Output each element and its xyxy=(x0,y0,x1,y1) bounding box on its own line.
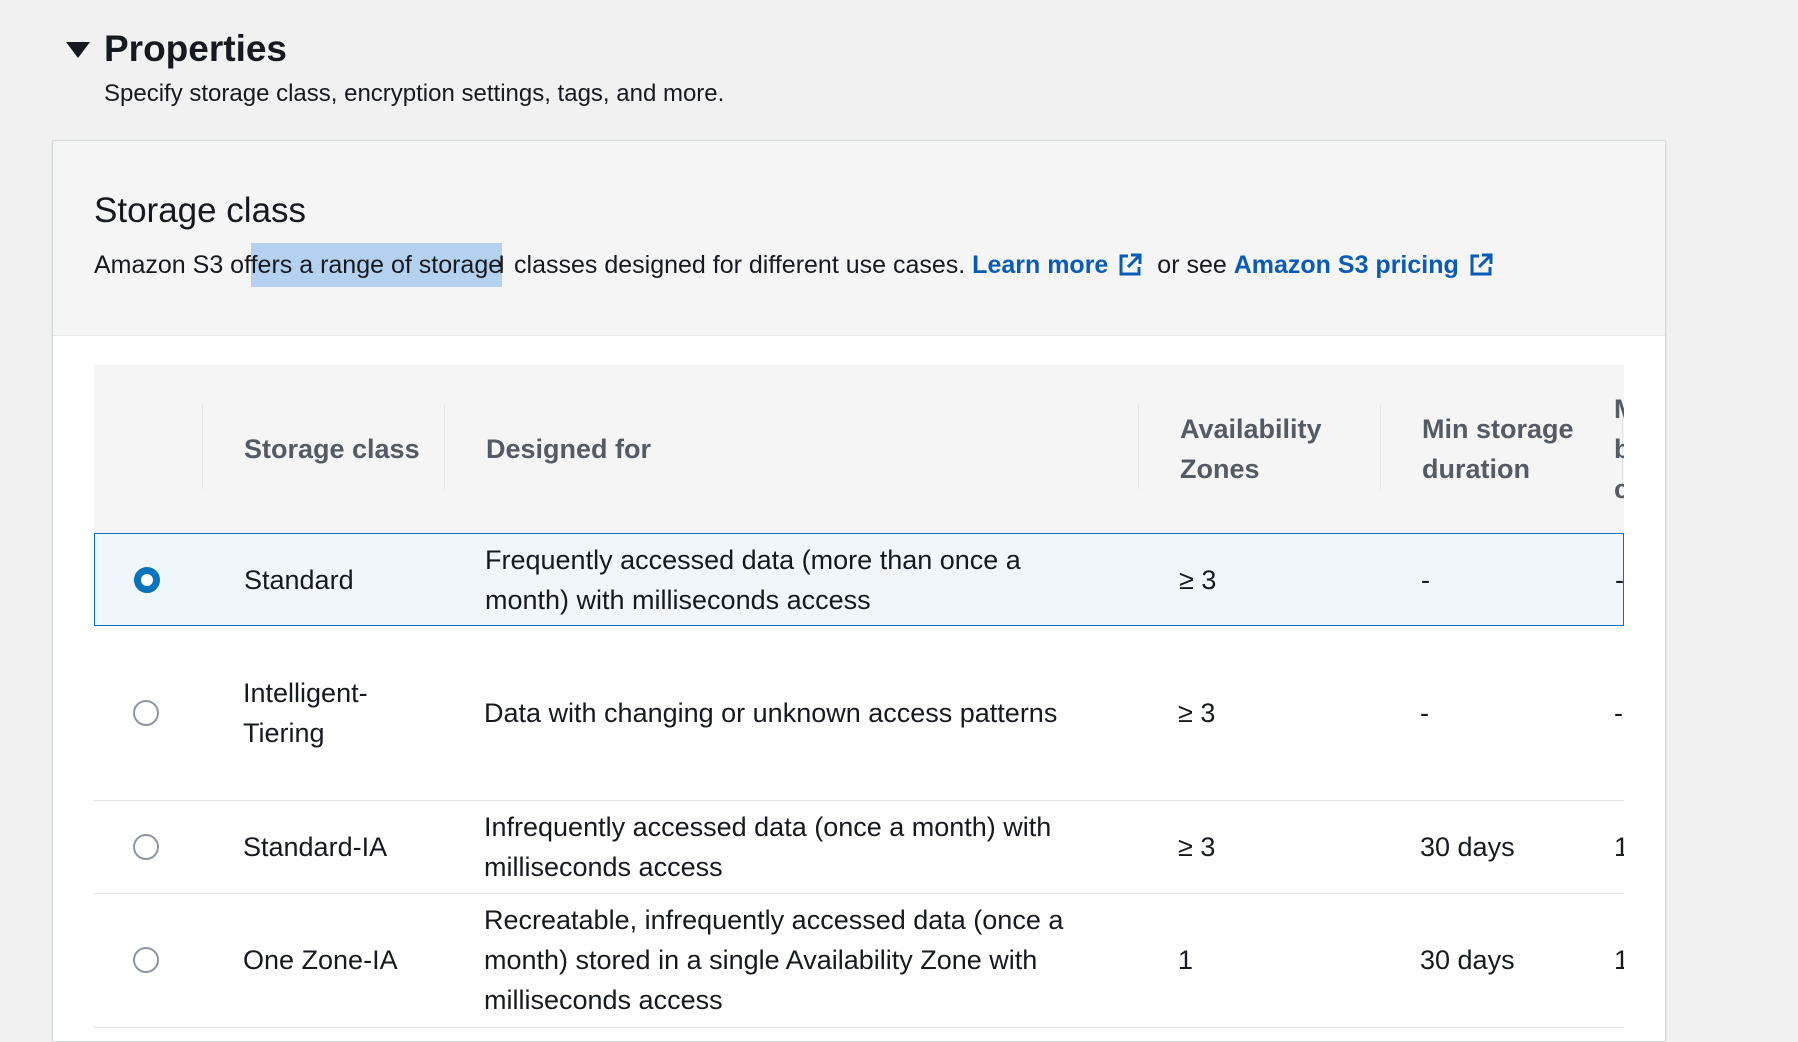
column-header-availability-zones: Availability Zones xyxy=(1180,414,1322,484)
storage-class-title: Storage class xyxy=(94,191,307,230)
column-divider xyxy=(202,405,203,489)
table-header: Storage class Designed for Availability … xyxy=(94,365,1624,533)
column-divider xyxy=(1380,405,1381,489)
radio-unchecked-icon[interactable] xyxy=(133,833,159,860)
storage-class-name: Intelligent-Tiering xyxy=(243,678,368,748)
table-row-standard-ia[interactable]: Standard-IA Infrequently accessed data (… xyxy=(94,800,1624,894)
column-divider xyxy=(1138,405,1139,489)
radio-unchecked-icon[interactable] xyxy=(133,947,159,973)
or-see-text: or see xyxy=(1150,251,1234,279)
availability-zones-cell: ≥ 3 xyxy=(1178,698,1216,728)
min-duration-cell: - xyxy=(1421,564,1430,595)
storage-class-panel-header: Storage class Amazon S3 offers a range o… xyxy=(53,141,1665,336)
external-link-icon[interactable] xyxy=(1116,251,1144,279)
properties-description: Specify storage class, encryption settin… xyxy=(104,80,725,107)
learn-more-link[interactable]: Learn more xyxy=(972,251,1108,279)
designed-for-cell: Frequently accessed data (more than once… xyxy=(485,544,1021,615)
description-text: Amazon S3 of xyxy=(94,251,251,279)
caret-down-icon[interactable] xyxy=(66,42,90,58)
radio-cell[interactable] xyxy=(94,893,202,1027)
truncated-cell: - xyxy=(1615,564,1624,595)
column-header-storage-class: Storage class xyxy=(244,434,420,464)
min-duration-cell: - xyxy=(1420,698,1429,728)
availability-zones-cell: ≥ 3 xyxy=(1179,564,1217,595)
radio-checked-icon[interactable] xyxy=(134,566,160,593)
radio-cell[interactable] xyxy=(94,626,202,800)
min-duration-cell: 30 days xyxy=(1420,831,1515,862)
designed-for-cell: Infrequently accessed data (once a month… xyxy=(484,811,1052,882)
storage-class-table: Storage class Designed for Availability … xyxy=(94,365,1624,1041)
column-header-min-storage-duration: Min storage duration xyxy=(1422,414,1574,484)
table-row-one-zone-ia[interactable]: One Zone-IA Recreatable, infrequently ac… xyxy=(94,893,1624,1028)
external-link-icon[interactable] xyxy=(1467,251,1495,279)
storage-class-name: One Zone-IA xyxy=(243,945,398,975)
column-header-truncated: M b c xyxy=(1614,365,1624,533)
designed-for-cell: Data with changing or unknown access pat… xyxy=(484,698,1058,728)
radio-cell[interactable] xyxy=(95,534,203,625)
radio-unchecked-icon[interactable] xyxy=(133,700,159,726)
radio-cell[interactable] xyxy=(94,800,202,893)
column-header-designed-for: Designed for xyxy=(486,434,652,464)
storage-class-name: Standard xyxy=(244,564,354,595)
truncated-cell: 1 xyxy=(1614,800,1624,893)
selected-text-highlight: fers a range of storage xyxy=(250,243,503,287)
storage-class-panel: Storage class Amazon S3 offers a range o… xyxy=(52,140,1666,1042)
s3-pricing-link[interactable]: Amazon S3 pricing xyxy=(1234,251,1459,279)
table-row-standard[interactable]: Standard Frequently accessed data (more … xyxy=(94,533,1624,626)
text-cursor-icon: I xyxy=(498,251,506,279)
storage-class-description: Amazon S3 offers a range of storageI cla… xyxy=(94,243,1501,287)
truncated-cell: 1 xyxy=(1614,893,1624,1027)
table-row-intelligent-tiering[interactable]: Intelligent-Tiering Data with changing o… xyxy=(94,626,1624,801)
designed-for-cell: Recreatable, infrequently accessed data … xyxy=(484,905,1064,1015)
description-text: classes designed for different use cases… xyxy=(507,251,973,279)
availability-zones-cell: 1 xyxy=(1178,945,1194,975)
column-divider xyxy=(444,405,445,489)
min-duration-cell: 30 days xyxy=(1420,945,1515,975)
storage-class-name: Standard-IA xyxy=(243,831,388,862)
truncated-cell: - xyxy=(1614,698,1623,728)
properties-title[interactable]: Properties xyxy=(104,28,287,70)
availability-zones-cell: ≥ 3 xyxy=(1178,831,1216,862)
